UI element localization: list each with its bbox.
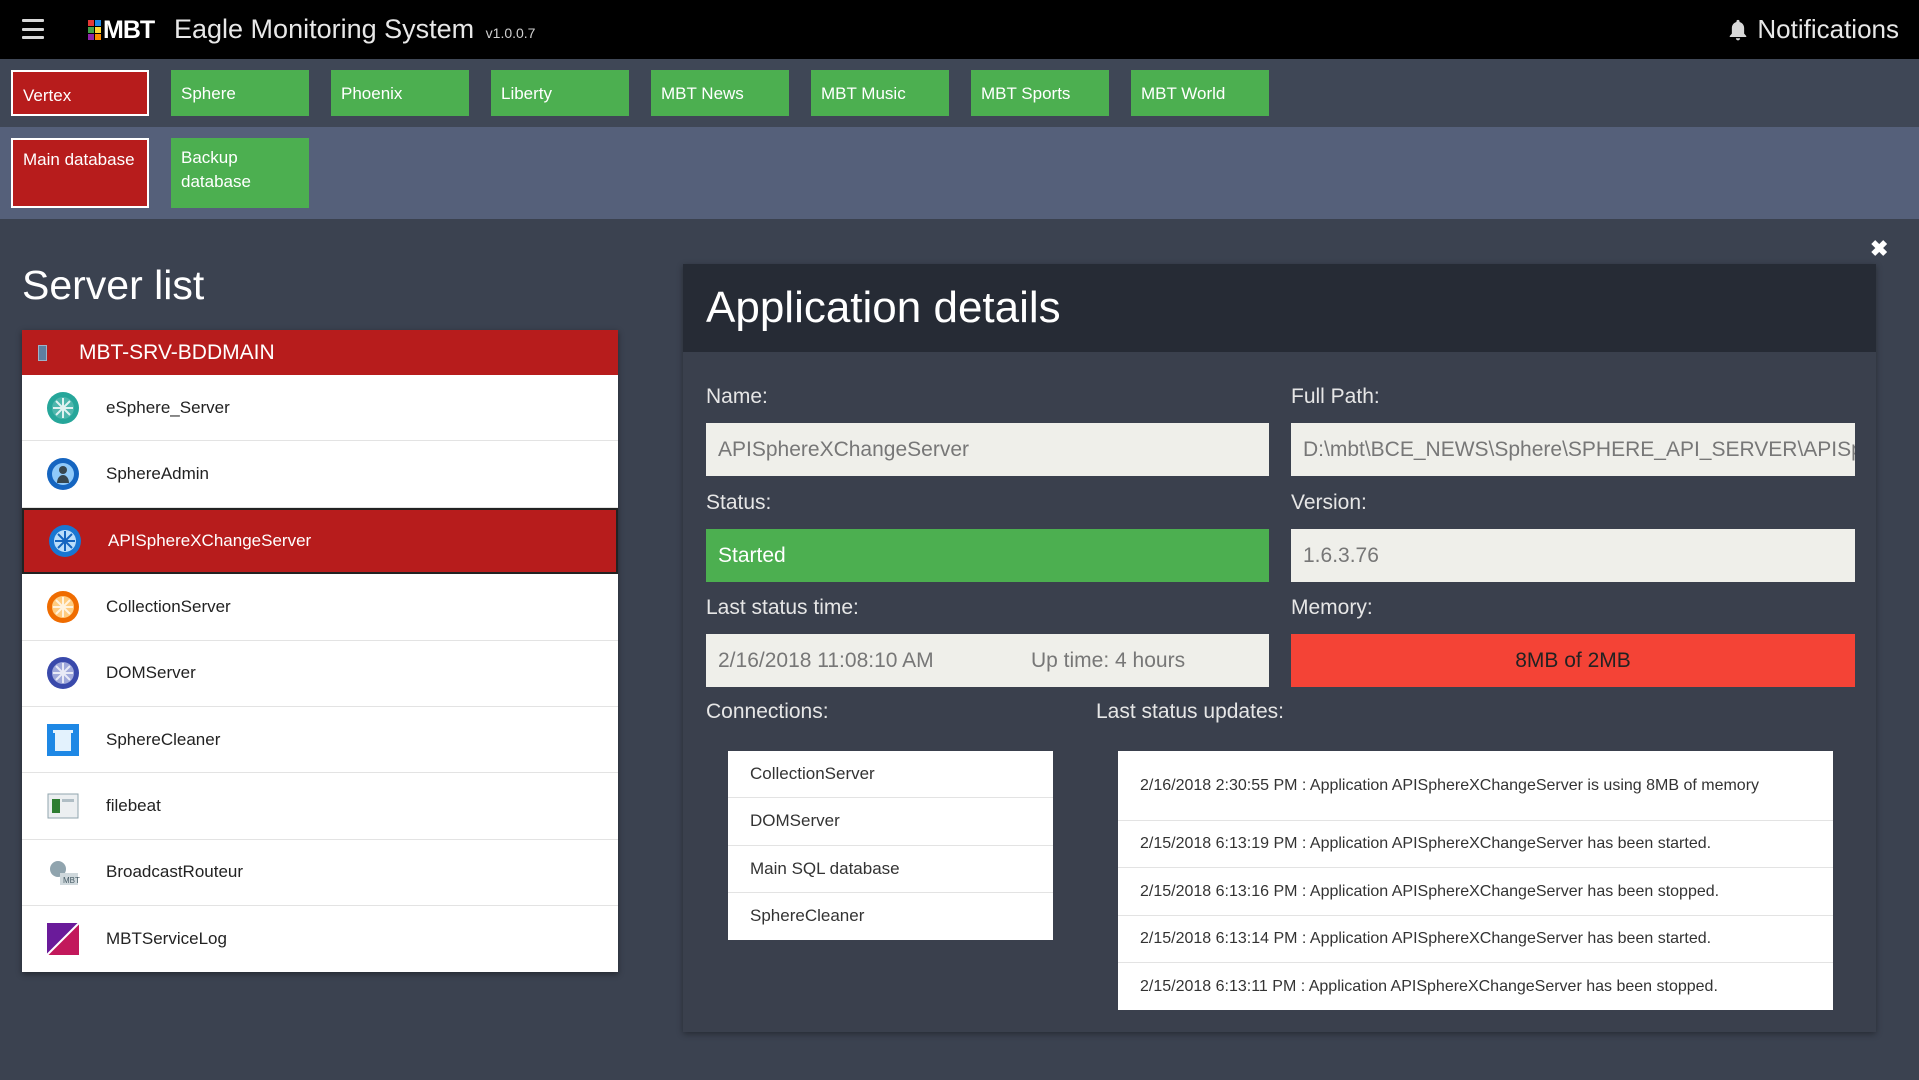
collection-icon <box>46 590 80 624</box>
trash-icon <box>46 723 80 757</box>
server-header[interactable]: MBT-SRV-BDDMAIN <box>22 330 618 375</box>
mbt-logo: MBT <box>88 15 155 45</box>
connections-label: Connections: <box>706 700 829 723</box>
connections-list: CollectionServer DOMServer Main SQL data… <box>728 751 1053 940</box>
sphere-admin-icon <box>46 457 80 491</box>
app-version: v1.0.0.7 <box>485 25 536 41</box>
name-label: Name: <box>706 385 768 408</box>
status-updates-list: 2/16/2018 2:30:55 PM : Application APISp… <box>1118 751 1833 1010</box>
server-item-sphereadmin[interactable]: SphereAdmin <box>22 441 618 508</box>
tab-mbt-sports[interactable]: MBT Sports <box>971 70 1109 116</box>
status-update-item: 2/15/2018 6:13:11 PM : Application APISp… <box>1140 977 1718 995</box>
service-log-icon <box>46 922 80 957</box>
server-list-title: Server list <box>22 262 205 308</box>
tab-label: Vertex <box>23 86 72 105</box>
tab-liberty[interactable]: Liberty <box>491 70 629 116</box>
application-tabs-row: Vertex Sphere Phoenix Liberty MBT News M… <box>0 59 1919 127</box>
tab-vertex[interactable]: Vertex <box>11 70 149 116</box>
server-item-filebeat[interactable]: filebeat <box>22 773 618 840</box>
notifications-button[interactable]: Notifications <box>1727 14 1899 45</box>
status-field: Started <box>706 529 1269 582</box>
server-item-label: DOMServer <box>106 663 196 683</box>
tab-label: MBT World <box>1141 84 1226 103</box>
bell-icon <box>1730 19 1747 40</box>
server-tabs-row: Main database Backup database <box>0 127 1919 219</box>
connection-item[interactable]: DOMServer <box>728 798 1053 846</box>
tab-label: Backup database <box>181 148 251 191</box>
tab-mbt-world[interactable]: MBT World <box>1131 70 1269 116</box>
last-status-time-value: 2/16/2018 11:08:10 AM <box>718 648 934 672</box>
last-status-time-field: 2/16/2018 11:08:10 AM Up time: 4 hours <box>706 634 1269 687</box>
tab-sphere[interactable]: Sphere <box>171 70 309 116</box>
notifications-label: Notifications <box>1757 14 1899 44</box>
tab-label: MBT Music <box>821 84 906 103</box>
server-item-esphere-server[interactable]: eSphere_Server <box>22 375 618 442</box>
tab-label: Phoenix <box>341 84 403 103</box>
api-sphere-icon <box>48 524 82 558</box>
version-field: 1.6.3.76 <box>1291 529 1855 582</box>
broadcast-icon: MBT <box>46 855 80 889</box>
server-item-label: MBTServiceLog <box>106 929 227 949</box>
tab-label: MBT Sports <box>981 84 1071 103</box>
memory-label: Memory: <box>1291 596 1373 619</box>
server-item-mbtservicelog[interactable]: MBTServiceLog <box>22 906 618 972</box>
server-item-spherecleaner[interactable]: SphereCleaner <box>22 707 618 774</box>
status-label: Status: <box>706 491 772 514</box>
server-item-domserver[interactable]: DOMServer <box>22 641 618 707</box>
details-title: Application details <box>683 264 1876 352</box>
connection-item[interactable]: Main SQL database <box>728 846 1053 893</box>
server-item-apispherexchangeserver[interactable]: APISphereXChangeServer <box>22 507 618 575</box>
app-title-text: Eagle Monitoring System <box>174 14 475 44</box>
status-update-item: 2/16/2018 2:30:55 PM : Application APISp… <box>1118 751 1833 821</box>
esphere-icon <box>46 391 80 425</box>
server-item-label: SphereCleaner <box>106 729 221 749</box>
tab-label: Liberty <box>501 84 553 103</box>
server-item-label: BroadcastRouteur <box>106 862 244 882</box>
server-item-collectionserver[interactable]: CollectionServer <box>22 574 618 641</box>
top-bar: MBT Eagle Monitoring System v1.0.0.7 Not… <box>0 0 1919 59</box>
full-path-field: D:\mbt\BCE_NEWS\Sphere\SPHERE_API_SERVER… <box>1291 423 1855 476</box>
tab-phoenix[interactable]: Phoenix <box>331 70 469 116</box>
version-label: Version: <box>1291 491 1367 514</box>
connection-item[interactable]: CollectionServer <box>728 751 1053 799</box>
tab-label: Main database <box>23 150 135 169</box>
close-icon[interactable]: ✖ <box>1870 236 1888 262</box>
server-name: MBT-SRV-BDDMAIN <box>79 340 275 364</box>
server-item-label: filebeat <box>106 796 161 816</box>
tab-backup-database[interactable]: Backup database <box>171 138 309 208</box>
server-item-label: APISphereXChangeServer <box>108 530 312 550</box>
server-item-label: CollectionServer <box>106 596 231 616</box>
full-path-label: Full Path: <box>1291 385 1380 408</box>
status-update-item: 2/15/2018 6:13:19 PM : Application APISp… <box>1118 821 1833 868</box>
last-status-time-label: Last status time: <box>706 596 859 619</box>
server-item-broadcastrouteur[interactable]: MBT BroadcastRouteur <box>22 840 618 907</box>
server-item-label: SphereAdmin <box>106 464 210 484</box>
memory-field: 8MB of 2MB <box>1291 634 1855 687</box>
dom-icon <box>46 656 80 690</box>
app-title: Eagle Monitoring System v1.0.0.7 <box>174 14 535 45</box>
svg-text:MBT: MBT <box>63 876 80 885</box>
status-update-item: 2/15/2018 6:13:16 PM : Application APISp… <box>1118 868 1833 916</box>
status-update-item: 2/15/2018 6:13:14 PM : Application APISp… <box>1118 916 1833 963</box>
hamburger-menu-icon[interactable] <box>22 19 44 39</box>
tab-label: MBT News <box>661 84 744 103</box>
logo-text: MBT <box>103 15 155 44</box>
logo-squares-icon <box>88 20 101 40</box>
tab-label: Sphere <box>181 84 236 103</box>
name-field: APISphereXChangeServer <box>706 423 1269 476</box>
server-icon <box>38 344 47 361</box>
application-details-panel: Application details Name: APISphereXChan… <box>683 264 1876 1032</box>
filebeat-icon <box>46 789 80 823</box>
tab-main-database[interactable]: Main database <box>11 138 149 208</box>
last-status-updates-label: Last status updates: <box>1096 700 1284 723</box>
server-item-label: eSphere_Server <box>106 397 230 417</box>
uptime-value: Up time: 4 hours <box>1031 648 1186 672</box>
tab-mbt-music[interactable]: MBT Music <box>811 70 949 116</box>
connection-item[interactable]: SphereCleaner <box>728 893 1053 940</box>
tab-mbt-news[interactable]: MBT News <box>651 70 789 116</box>
server-list-panel: MBT-SRV-BDDMAIN eSphere_Server SphereAdm… <box>22 330 618 972</box>
